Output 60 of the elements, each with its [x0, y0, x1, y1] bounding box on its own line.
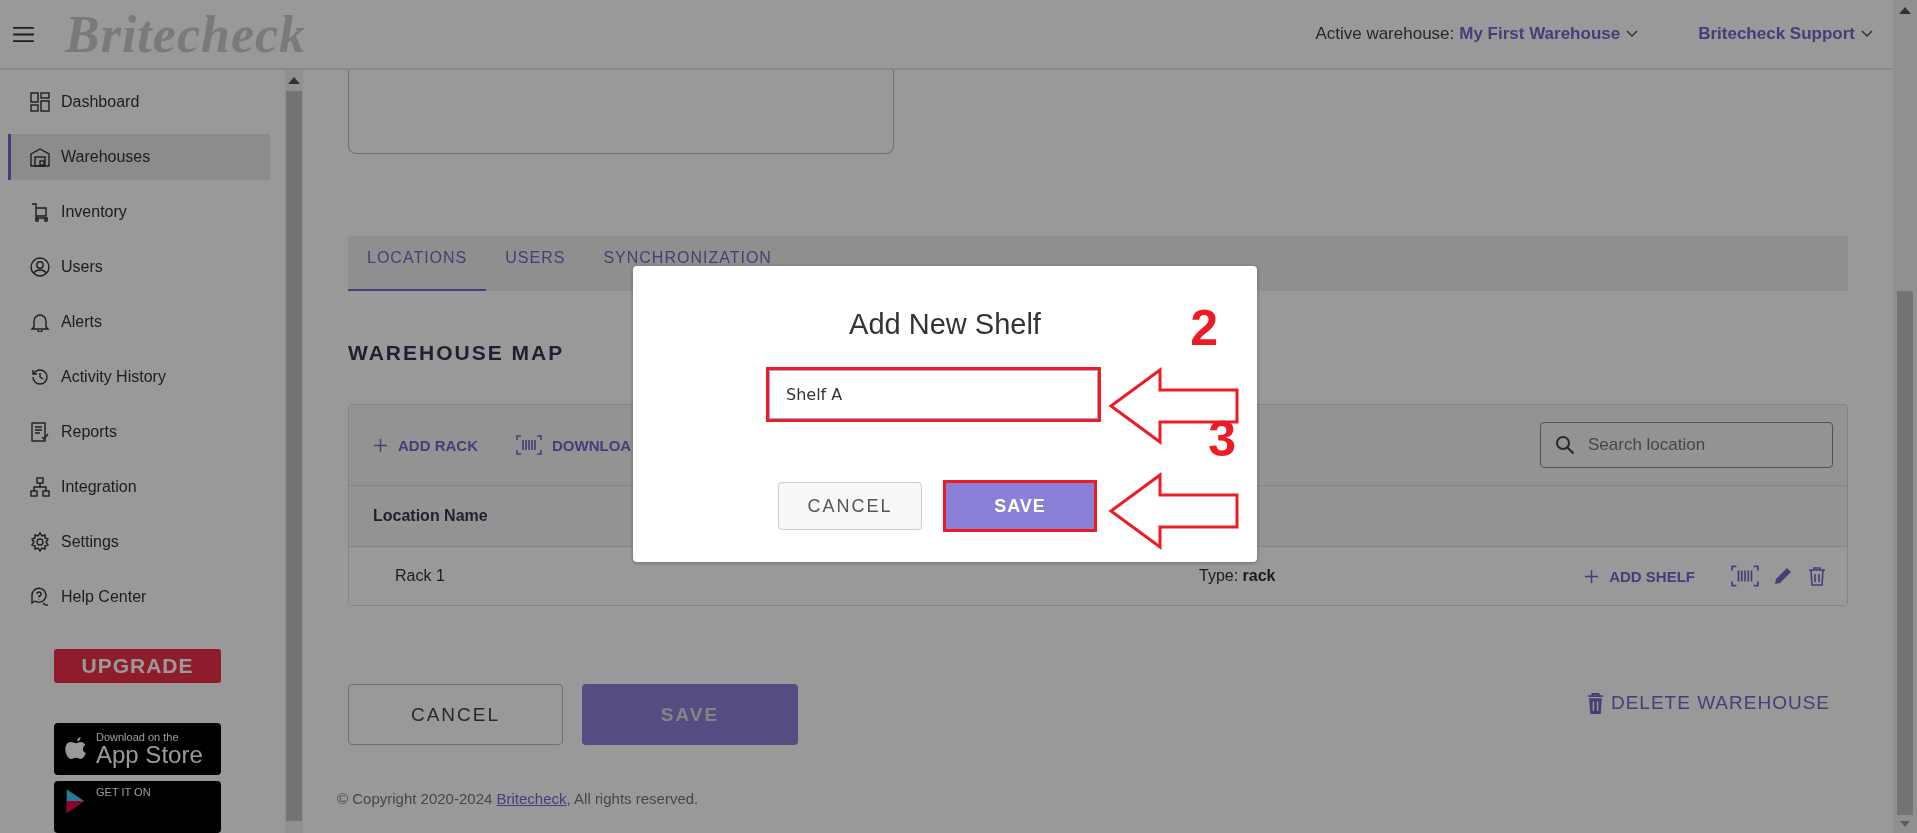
britecheck-link[interactable]: Britecheck: [496, 790, 567, 807]
barcode-icon: [516, 435, 542, 455]
barcode-icon[interactable]: [1731, 564, 1759, 588]
app-store-badge[interactable]: Download on the App Store: [54, 723, 221, 775]
plus-icon: [1584, 568, 1600, 584]
plus-icon: [373, 437, 388, 453]
warehouse-icon: [30, 147, 50, 167]
sidebar-item[interactable]: Users: [8, 244, 270, 290]
search-icon: [1555, 435, 1575, 455]
cart-icon: [30, 202, 50, 222]
location-type: Type: rack: [1199, 567, 1276, 585]
sidebar-item[interactable]: Warehouses: [8, 134, 270, 180]
sidebar-scrollbar[interactable]: [285, 70, 303, 833]
cancel-button[interactable]: CANCEL: [778, 482, 922, 530]
dialog-title: Add New Shelf: [849, 307, 1041, 342]
annotation-number: 2: [1190, 303, 1218, 353]
section-title: WAREHOUSE MAP: [348, 341, 566, 366]
help-icon: [30, 587, 50, 607]
google-play-badge[interactable]: GET IT ON: [54, 781, 221, 833]
copyright-text: © Copyright 2020-2024 Britecheck, All rights reserved.: [337, 790, 700, 807]
user-menu[interactable]: Britecheck Support: [1698, 24, 1873, 44]
warehouse-dropdown[interactable]: My First Warehouse: [1459, 24, 1639, 44]
search-field[interactable]: Search location: [1540, 422, 1833, 468]
add-rack-button[interactable]: ADD RACK: [373, 436, 478, 454]
page-scrollbar[interactable]: [1893, 0, 1917, 833]
user-icon: [30, 257, 50, 277]
history-icon: [30, 367, 50, 387]
sidebar-item[interactable]: Alerts: [8, 299, 270, 345]
report-icon: [30, 422, 50, 442]
pencil-icon[interactable]: [1773, 566, 1793, 586]
location-name: Rack 1: [395, 567, 446, 585]
tab[interactable]: LOCATIONS: [348, 236, 487, 291]
gear-icon: [30, 532, 50, 552]
network-icon: [30, 477, 50, 497]
add-shelf-button[interactable]: ADD SHELF: [1584, 567, 1695, 585]
arrow-icon: [1108, 472, 1240, 550]
chevron-down-icon: [1626, 30, 1639, 38]
menu-icon[interactable]: [12, 25, 35, 43]
trash-icon: [1586, 692, 1604, 714]
sidebar-item[interactable]: Settings: [8, 519, 270, 565]
sidebar-item[interactable]: Integration: [8, 464, 270, 510]
upgrade-button[interactable]: UPGRADE: [54, 649, 221, 683]
shelf-name-field[interactable]: Shelf A: [769, 370, 1098, 419]
download-button[interactable]: DOWNLOA: [516, 435, 632, 455]
tab[interactable]: SYNCHRONIZATION: [584, 236, 791, 291]
dashboard-icon: [30, 92, 50, 112]
save-button[interactable]: SAVE: [946, 483, 1094, 529]
trash-icon[interactable]: [1807, 566, 1827, 586]
sidebar-item[interactable]: Reports: [8, 409, 270, 455]
cancel-button[interactable]: CANCEL: [348, 684, 563, 745]
chevron-down-icon: [1861, 30, 1873, 38]
column-header: Location Name: [373, 507, 488, 525]
sidebar-item[interactable]: Activity History: [8, 354, 270, 400]
active-warehouse-label: Active warehouse:: [1315, 24, 1455, 44]
sidebar-item[interactable]: Help Center: [8, 574, 270, 620]
tab[interactable]: USERS: [486, 236, 585, 291]
bell-icon: [30, 312, 50, 332]
delete-warehouse-button[interactable]: DELETE WAREHOUSE: [1586, 692, 1830, 714]
sidebar-item[interactable]: Dashboard: [8, 79, 270, 125]
sidebar-item[interactable]: Inventory: [8, 189, 270, 235]
